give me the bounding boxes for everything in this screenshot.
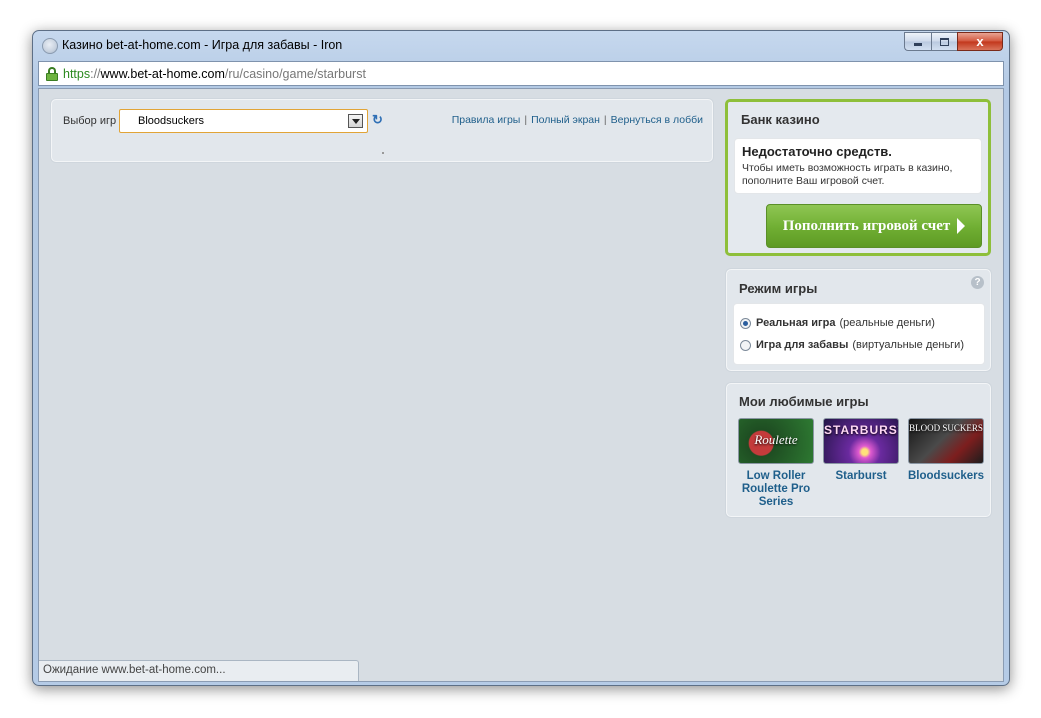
casino-bank-panel: Банк казино Недостаточно средств. Чтобы … — [725, 99, 991, 256]
insufficient-funds-message: Недостаточно средств. Чтобы иметь возмож… — [734, 138, 982, 194]
bank-title: Банк казино — [741, 112, 820, 127]
message-heading: Недостаточно средств. — [742, 144, 892, 159]
mode-title: Режим игры — [739, 281, 818, 296]
url-host: www.bet-at-home.com — [100, 66, 225, 81]
help-icon[interactable]: ? — [971, 276, 984, 289]
mode-option-fun[interactable]: Игра для забавы (виртуальные деньги) — [740, 339, 964, 351]
close-button[interactable]: x — [957, 32, 1003, 51]
minimize-icon — [914, 43, 922, 46]
maximize-icon — [940, 37, 949, 46]
title-bar[interactable]: Казино bet-at-home.com - Игра для забавы… — [33, 31, 1009, 59]
game-links: Правила игры | Полный экран | Вернуться в ло… — [452, 114, 703, 126]
favorite-game-starburst[interactable]: STARBURST Starburst — [823, 418, 899, 509]
link-separator: | — [603, 114, 607, 126]
status-bar: Ожидание www.bet-at-home.com... — [39, 660, 359, 681]
minimize-button[interactable] — [904, 32, 931, 51]
game-select-dropdown[interactable]: Bloodsuckers — [119, 109, 368, 133]
url-separator: :// — [90, 66, 101, 81]
radio-button[interactable] — [740, 339, 751, 351]
game-select-label: Выбор игр — [63, 115, 117, 127]
fullscreen-link[interactable]: Полный экран — [531, 114, 600, 126]
starburst-logo: STARBURST — [824, 423, 899, 437]
starburst-thumbnail[interactable]: STARBURST — [823, 418, 899, 464]
maximize-button[interactable] — [931, 32, 957, 51]
deposit-button-label: Пополнить игровой счет — [782, 217, 951, 234]
mode-option-label: Реальная игра — [756, 317, 836, 329]
address-bar[interactable]: https://www.bet-at-home.com/ru/casino/ga… — [38, 61, 1004, 86]
link-separator: | — [524, 114, 528, 126]
game-select-value: Bloodsuckers — [138, 115, 205, 127]
url-path: /ru/casino/game/starburst — [224, 66, 366, 81]
favorite-game-title[interactable]: Low Roller Roulette Pro Series — [738, 470, 814, 509]
window-controls: x — [904, 32, 1003, 52]
game-rules-link[interactable]: Правила игры — [452, 114, 521, 126]
deposit-button[interactable]: Пополнить игровой счет — [766, 204, 982, 248]
favorite-games-list: Roulette Low Roller Roulette Pro Series … — [738, 418, 984, 509]
favorite-game-title[interactable]: Starburst — [823, 470, 899, 483]
mode-options: Реальная игра (реальные деньги) Игра для… — [733, 303, 985, 365]
iron-browser-icon — [42, 38, 58, 54]
chevron-down-icon[interactable] — [348, 114, 363, 128]
mode-option-label: Игра для забавы — [756, 339, 849, 351]
mode-option-hint: (реальные деньги) — [839, 317, 935, 329]
status-text: Ожидание www.bet-at-home.com... — [43, 664, 226, 676]
favorite-game-bloodsuckers[interactable]: BLOOD SUCKERS Bloodsuckers — [908, 418, 984, 509]
back-to-lobby-link[interactable]: Вернуться в лобби — [611, 114, 703, 126]
bloodsuckers-thumbnail[interactable]: BLOOD SUCKERS — [908, 418, 984, 464]
arrow-right-icon — [957, 218, 966, 234]
browser-window: Казино bet-at-home.com - Игра для забавы… — [32, 30, 1010, 686]
favorites-title: Мои любимые игры — [739, 394, 869, 409]
window-title: Казино bet-at-home.com - Игра для забавы… — [62, 38, 343, 52]
radio-button-selected[interactable] — [740, 317, 751, 329]
bloodsuckers-logo: BLOOD SUCKERS — [909, 423, 983, 433]
favorite-games-panel: Мои любимые игры Roulette Low Roller Rou… — [726, 383, 991, 517]
roulette-thumbnail[interactable]: Roulette — [738, 418, 814, 464]
refresh-icon[interactable]: ↻ — [372, 113, 385, 126]
close-icon: x — [976, 34, 984, 49]
game-selector-panel: Выбор игр Bloodsuckers ↻ Правила игры | По… — [51, 99, 713, 162]
lock-icon — [46, 66, 58, 81]
game-mode-panel: Режим игры ? Реальная игра (реальные ден… — [726, 269, 991, 371]
url-scheme: https — [63, 66, 91, 81]
mode-option-real[interactable]: Реальная игра (реальные деньги) — [740, 317, 935, 329]
loading-dot — [382, 152, 384, 154]
page-viewport: Выбор игр Bloodsuckers ↻ Правила игры | По… — [38, 88, 1004, 682]
favorite-game-title[interactable]: Bloodsuckers — [908, 470, 984, 483]
mode-option-hint: (виртуальные деньги) — [852, 339, 964, 351]
url-text[interactable]: https://www.bet-at-home.com/ru/casino/ga… — [63, 67, 366, 81]
roulette-logo: Roulette — [754, 432, 798, 447]
message-body: Чтобы иметь возможность играть в казино,… — [742, 162, 953, 187]
favorite-game-roulette[interactable]: Roulette Low Roller Roulette Pro Series — [738, 418, 814, 509]
